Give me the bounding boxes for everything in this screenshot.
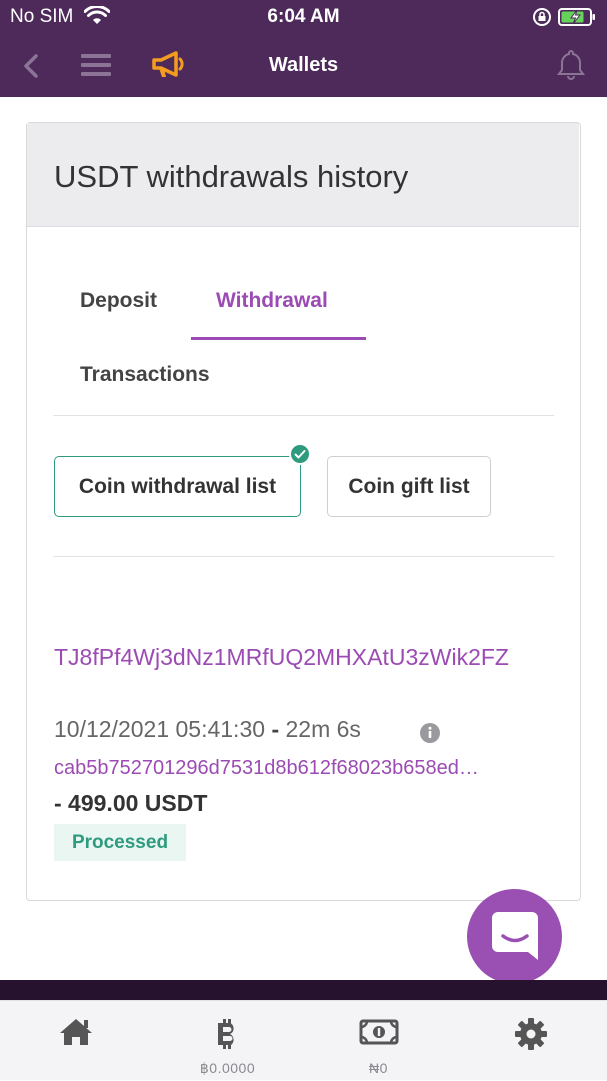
battery-icon — [558, 7, 598, 32]
bitcoin-icon — [152, 1017, 303, 1056]
card-title: USDT withdrawals history — [54, 159, 409, 194]
tabbar-naira[interactable]: ₦0 — [303, 1001, 454, 1081]
gear-icon — [455, 1017, 606, 1056]
withdrawal-datetime: 10/12/2021 05:41:30 — [54, 716, 266, 742]
tabbar-home[interactable] — [0, 1001, 151, 1081]
tab-transactions[interactable]: Transactions — [80, 363, 210, 387]
tab-deposit[interactable]: Deposit — [80, 289, 157, 313]
orientation-lock-icon — [532, 7, 552, 32]
status-badge: Processed — [54, 824, 186, 861]
withdrawals-card: USDT withdrawals history Deposit Withdra… — [26, 122, 581, 901]
notification-bell-icon[interactable] — [556, 48, 586, 85]
withdrawal-elapsed: 22m 6s — [285, 716, 361, 742]
tabbar-bitcoin[interactable]: ฿0.0000 — [152, 1001, 303, 1081]
page-title: Wallets — [268, 54, 339, 76]
card-header: USDT withdrawals history — [27, 123, 579, 227]
bottom-tab-bar: ฿0.0000 ₦0 — [0, 1000, 607, 1080]
active-tab-indicator — [191, 337, 366, 340]
selected-check-icon — [289, 443, 311, 465]
withdrawal-amount: - 499.00 USDT — [54, 790, 208, 816]
tabbar-settings[interactable] — [455, 1001, 606, 1081]
footer-strip — [0, 980, 607, 1000]
tabs-divider — [53, 415, 554, 416]
withdrawal-address-link[interactable]: TJ8fPf4Wj3dNz1MRfUQ2MHXAtU3zWik2FZ — [54, 638, 554, 676]
support-chat-button[interactable] — [467, 889, 562, 984]
filters-divider — [53, 556, 554, 557]
coin-withdrawal-list-label: Coin withdrawal list — [78, 474, 277, 498]
coin-withdrawal-list-button[interactable]: Coin withdrawal list — [54, 456, 301, 517]
clock: 6:04 AM — [267, 6, 340, 27]
top-navbar: Wallets — [0, 34, 607, 97]
home-icon — [0, 1017, 151, 1052]
meta-separator: - — [271, 716, 280, 742]
naira-balance-label: ₦0 — [369, 1060, 388, 1076]
coin-gift-list-label: Coin gift list — [348, 474, 470, 498]
banknote-icon — [303, 1017, 454, 1052]
chat-icon — [492, 912, 538, 960]
status-bar: No SIM 6:04 AM — [0, 0, 607, 34]
info-icon[interactable] — [419, 722, 441, 749]
tab-withdrawal[interactable]: Withdrawal — [216, 289, 328, 313]
bitcoin-balance-label: ฿0.0000 — [199, 1060, 256, 1076]
withdrawal-meta: 10/12/2021 05:41:30 - 22m 6s — [54, 716, 361, 743]
transaction-hash-link[interactable]: cab5b752701296d7531d8b612f68023b658ed… — [54, 757, 549, 780]
coin-gift-list-button[interactable]: Coin gift list — [327, 456, 491, 517]
